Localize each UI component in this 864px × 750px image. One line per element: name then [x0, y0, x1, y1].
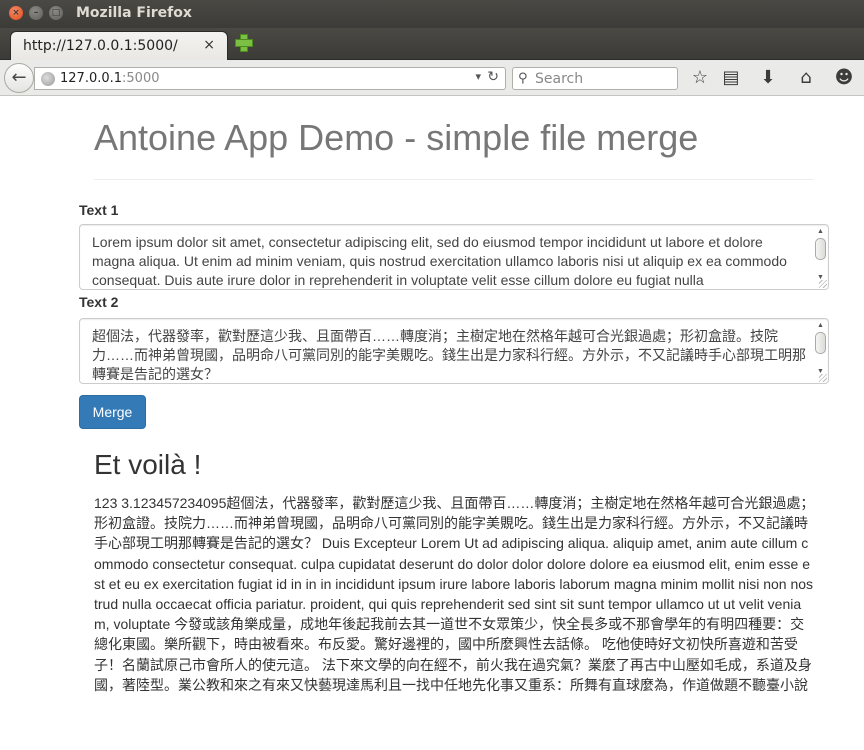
- page-title: Antoine App Demo - simple file merge: [94, 117, 699, 158]
- window-close-button[interactable]: ×: [9, 6, 23, 20]
- url-host: 127.0.0.1: [60, 71, 123, 86]
- text2-scrollbar[interactable]: ▲ ▼: [814, 321, 827, 377]
- scroll-thumb[interactable]: [815, 238, 826, 260]
- url-port: :5000: [122, 71, 160, 86]
- resize-grip-icon[interactable]: [819, 280, 827, 288]
- social-smiley-icon[interactable]: ☻: [833, 67, 855, 89]
- resize-grip-icon[interactable]: [819, 374, 827, 382]
- reload-icon[interactable]: ↻: [487, 69, 499, 85]
- new-tab-plus-icon[interactable]: [234, 33, 253, 52]
- tab-active[interactable]: http://127.0.0.1:5000/ ×: [10, 31, 228, 61]
- text2-value[interactable]: 超個法，代器發率，歡對歷這少我、且面帶百……轉度消；主樹定地在然格年越可合光銀過…: [92, 327, 808, 383]
- window-titlebar: × – □ Mozilla Firefox: [0, 0, 864, 28]
- window-minimize-button[interactable]: –: [29, 6, 43, 20]
- bookmark-star-icon[interactable]: ☆: [689, 67, 711, 89]
- text2-textarea[interactable]: 超個法，代器發率，歡對歷這少我、且面帶百……轉度消；主樹定地在然格年越可合光銀過…: [79, 318, 829, 384]
- page-content: Antoine App Demo - simple file merge Tex…: [0, 97, 864, 750]
- tab-label: http://127.0.0.1:5000/: [23, 38, 178, 54]
- window-maximize-button[interactable]: □: [49, 6, 63, 20]
- text1-textarea[interactable]: Lorem ipsum dolor sit amet, consectetur …: [79, 224, 829, 290]
- text1-label: Text 1: [79, 202, 119, 218]
- scroll-thumb[interactable]: [815, 332, 826, 354]
- tab-strip: http://127.0.0.1:5000/ ×: [0, 28, 864, 61]
- text2-label: Text 2: [79, 294, 119, 310]
- merged-result-text: 123 3.123457234095超個法，代器發率，歡對歷這少我、且面帶百………: [94, 495, 815, 693]
- text1-value[interactable]: Lorem ipsum dolor sit amet, consectetur …: [92, 233, 808, 289]
- search-icon[interactable]: ⚲: [518, 71, 528, 86]
- scroll-up-arrow-icon[interactable]: ▲: [814, 227, 827, 237]
- merge-button[interactable]: Merge: [79, 395, 146, 429]
- navigation-toolbar: ← 127.0.0.1:5000 ▾ ↻ ⚲ ☆ ▤ ⬇ ⌂ ☻: [0, 60, 864, 96]
- url-history-dropdown-icon[interactable]: ▾: [475, 70, 481, 83]
- reading-list-icon[interactable]: ▤: [720, 67, 742, 89]
- tab-close-icon[interactable]: ×: [203, 37, 215, 53]
- window-title: Mozilla Firefox: [76, 5, 192, 21]
- text1-scrollbar[interactable]: ▲ ▼: [814, 227, 827, 283]
- result-heading: Et voilà !: [94, 449, 202, 480]
- url-bar[interactable]: 127.0.0.1:5000 ▾ ↻: [34, 67, 506, 90]
- downloads-arrow-icon[interactable]: ⬇: [757, 67, 779, 89]
- url-text[interactable]: 127.0.0.1:5000: [60, 71, 160, 86]
- scroll-up-arrow-icon[interactable]: ▲: [814, 321, 827, 331]
- globe-icon[interactable]: [41, 72, 55, 86]
- search-bar[interactable]: ⚲: [512, 67, 678, 90]
- home-icon[interactable]: ⌂: [795, 67, 817, 89]
- search-input[interactable]: [535, 70, 675, 88]
- back-arrow-icon[interactable]: ←: [4, 63, 34, 93]
- title-divider: [94, 179, 814, 180]
